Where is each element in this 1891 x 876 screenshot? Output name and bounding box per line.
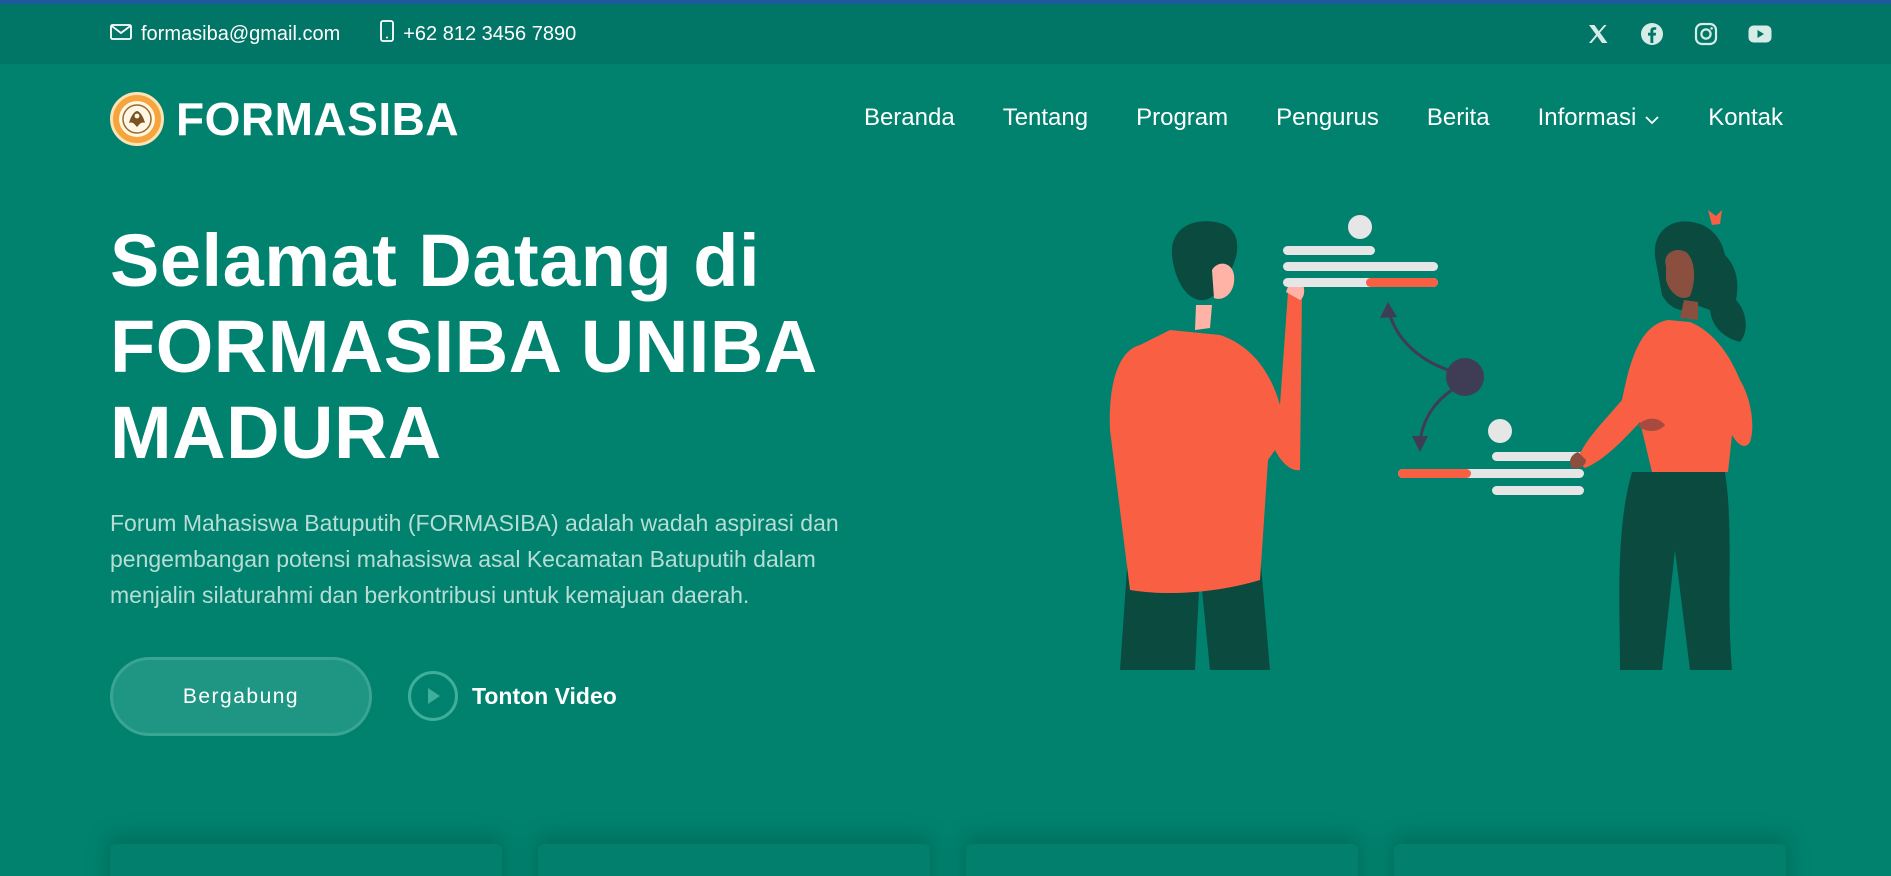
facebook-icon[interactable] [1639,21,1665,47]
phone-contact[interactable]: +62 812 3456 7890 [380,20,576,48]
hero-illustration [1109,210,1753,670]
main-nav: Beranda Tentang Program Pengurus Berita … [864,104,1783,132]
hero-title-line: FORMASIBA UNIBA [110,305,818,388]
watch-video-button[interactable]: Tonton Video [408,671,617,721]
phone-text: +62 812 3456 7890 [403,22,577,45]
feature-cards-preview [0,820,1891,876]
hero-description: Forum Mahasiswa Batuputih (FORMASIBA) ad… [110,510,839,608]
woman-figure [1570,210,1753,670]
brand-name: FORMASIBA [176,93,460,145]
nav-item-informasi-label: Informasi [1537,104,1637,131]
instagram-icon[interactable] [1693,21,1719,47]
nav-item-berita[interactable]: Berita [1427,104,1490,132]
connection-arrows [1380,302,1484,452]
hero-title: Selamat Datang di FORMASIBA UNIBA MADURA [110,218,930,476]
contact-info: formasiba@gmail.com +62 812 3456 7890 [110,4,576,64]
feature-card [966,844,1358,876]
nav-item-kontak[interactable]: Kontak [1708,104,1783,132]
youtube-icon[interactable] [1747,21,1773,47]
feature-card [538,844,930,876]
hero-title-line: MADURA [110,391,442,474]
formasiba-logo-icon [110,92,164,146]
play-icon [408,671,458,721]
chart-card-bottom [1398,419,1584,495]
man-figure [1109,221,1305,670]
phone-icon [380,20,395,48]
brand[interactable]: FORMASIBA [110,92,459,146]
chevron-down-icon [1644,104,1660,132]
join-button[interactable]: Bergabung [110,657,372,736]
nav-item-informasi[interactable]: Informasi [1538,104,1661,132]
x-icon[interactable] [1585,21,1611,47]
watch-video-label: Tonton Video [472,682,617,709]
email-contact[interactable]: formasiba@gmail.com [110,23,340,46]
nav-item-beranda[interactable]: Beranda [864,104,955,132]
nav-item-program[interactable]: Program [1136,104,1228,132]
social-links [1585,4,1773,64]
chart-card-top [1283,215,1438,287]
hero-title-line: Selamat Datang di [110,219,761,302]
main-header: FORMASIBA Beranda Tentang Program Pengur… [0,64,1891,174]
mail-icon [110,23,132,46]
nav-item-pengurus[interactable]: Pengurus [1276,104,1379,132]
email-text: formasiba@gmail.com [141,22,341,45]
nav-item-tentang[interactable]: Tentang [1003,104,1088,132]
feature-card [1394,844,1786,876]
feature-card [110,844,502,876]
topbar: formasiba@gmail.com +62 812 3456 7890 [0,4,1891,64]
